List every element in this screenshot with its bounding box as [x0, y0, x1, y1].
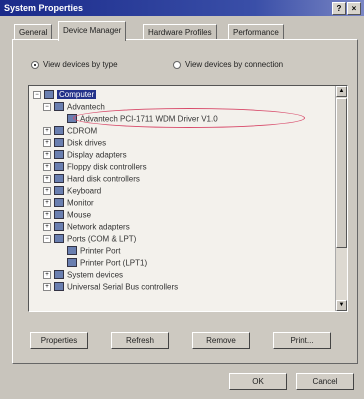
- tree-item-printer-port-lpt1[interactable]: Printer Port (LPT1): [67, 257, 147, 268]
- expand-icon[interactable]: +: [43, 282, 51, 291]
- tab-general[interactable]: General: [14, 24, 53, 40]
- tree-item-label: Hard disk controllers: [67, 174, 140, 184]
- tree-item-label: CDROM: [67, 126, 98, 136]
- expand-icon[interactable]: +: [43, 222, 51, 231]
- mouse-icon: [54, 210, 64, 220]
- disk-drive-icon: [54, 138, 64, 148]
- tree-item-advantech[interactable]: − Advantech: [43, 101, 105, 112]
- system-icon: [54, 270, 64, 280]
- tree-item-display-adapters[interactable]: + Display adapters: [43, 149, 127, 160]
- refresh-button[interactable]: Refresh: [111, 332, 169, 349]
- port-icon: [54, 234, 64, 244]
- tree-item-disk-drives[interactable]: + Disk drives: [43, 137, 106, 148]
- tree-item-computer[interactable]: − Computer: [33, 89, 97, 100]
- scroll-up-icon[interactable]: ▲: [336, 86, 347, 97]
- tree-item-label: Universal Serial Bus controllers: [67, 282, 179, 292]
- tree-item-label: Mouse: [67, 210, 92, 220]
- tree-item-cdrom[interactable]: + CDROM: [43, 125, 97, 136]
- expand-icon[interactable]: +: [43, 138, 51, 147]
- tree-item-label: Monitor: [67, 198, 94, 208]
- scroll-down-icon[interactable]: ▼: [336, 300, 347, 311]
- print-button[interactable]: Print...: [273, 332, 331, 349]
- expand-icon[interactable]: +: [43, 198, 51, 207]
- expand-icon[interactable]: +: [43, 210, 51, 219]
- tree-item-ports[interactable]: − Ports (COM & LPT): [43, 233, 136, 244]
- tree-item-floppy-controllers[interactable]: + Floppy disk controllers: [43, 161, 147, 172]
- cdrom-icon: [54, 126, 64, 136]
- expand-icon[interactable]: +: [43, 270, 51, 279]
- collapse-icon[interactable]: −: [43, 234, 51, 243]
- tree-item-usb-controllers[interactable]: + Universal Serial Bus controllers: [43, 281, 178, 292]
- tree-item-keyboard[interactable]: + Keyboard: [43, 185, 101, 196]
- properties-button[interactable]: Properties: [30, 332, 88, 349]
- tree-item-label: Printer Port: [80, 246, 121, 256]
- tree-item-network-adapters[interactable]: + Network adapters: [43, 221, 130, 232]
- window-title: System Properties: [4, 3, 84, 13]
- tree-item-label: Disk drives: [67, 138, 107, 148]
- tree-item-label: Computer: [57, 90, 97, 100]
- tree-item-label: Advantech: [67, 102, 105, 112]
- view-by-type-label: View devices by type: [43, 60, 118, 69]
- collapse-icon[interactable]: −: [43, 102, 51, 111]
- tree-item-label: Ports (COM & LPT): [67, 234, 137, 244]
- tree-item-monitor[interactable]: + Monitor: [43, 197, 94, 208]
- monitor-icon: [54, 198, 64, 208]
- tab-performance[interactable]: Performance: [228, 24, 284, 40]
- usb-icon: [54, 282, 64, 292]
- tree-item-label: Keyboard: [67, 186, 102, 196]
- disk-controller-icon: [54, 174, 64, 184]
- tree-item-label: Network adapters: [67, 222, 130, 232]
- device-manager-panel: View devices by type View devices by con…: [12, 39, 358, 364]
- help-button[interactable]: ?: [332, 2, 346, 15]
- cancel-button[interactable]: Cancel: [296, 373, 354, 390]
- radio-icon: [31, 60, 39, 69]
- remove-button[interactable]: Remove: [192, 332, 250, 349]
- tree-scrollbar[interactable]: ▲ ▼: [335, 86, 347, 311]
- tree-item-printer-port[interactable]: Printer Port: [67, 245, 120, 256]
- keyboard-icon: [54, 186, 64, 196]
- close-button[interactable]: ×: [347, 2, 361, 15]
- scroll-thumb[interactable]: [336, 98, 347, 248]
- tree-item-hard-disk-controllers[interactable]: + Hard disk controllers: [43, 173, 140, 184]
- title-bar: System Properties ? ×: [0, 0, 364, 16]
- display-icon: [54, 150, 64, 160]
- port-icon: [67, 258, 77, 268]
- port-icon: [67, 246, 77, 256]
- expand-icon[interactable]: +: [43, 126, 51, 135]
- tab-device-manager[interactable]: Device Manager: [58, 21, 127, 41]
- device-class-icon: [54, 102, 64, 112]
- expand-icon[interactable]: +: [43, 150, 51, 159]
- expand-icon[interactable]: +: [43, 174, 51, 183]
- tab-hardware-profiles[interactable]: Hardware Profiles: [143, 24, 217, 40]
- device-tree[interactable]: − Computer − Advantech Advantech PCI-1711 …: [28, 85, 348, 312]
- radio-icon: [173, 60, 181, 69]
- view-by-connection-option[interactable]: View devices by connection: [173, 60, 283, 69]
- tree-item-label: Floppy disk controllers: [67, 162, 147, 172]
- expand-icon[interactable]: +: [43, 186, 51, 195]
- view-by-connection-label: View devices by connection: [185, 60, 284, 69]
- tree-item-mouse[interactable]: + Mouse: [43, 209, 91, 220]
- tree-item-label: System devices: [67, 270, 124, 280]
- floppy-icon: [54, 162, 64, 172]
- computer-icon: [44, 90, 54, 100]
- ok-button[interactable]: OK: [229, 373, 287, 390]
- tree-item-label: Display adapters: [67, 150, 127, 160]
- highlight-ellipse: [73, 108, 305, 128]
- collapse-icon[interactable]: −: [33, 90, 41, 99]
- network-icon: [54, 222, 64, 232]
- expand-icon[interactable]: +: [43, 162, 51, 171]
- tree-item-system-devices[interactable]: + System devices: [43, 269, 123, 280]
- view-by-type-option[interactable]: View devices by type: [31, 60, 118, 69]
- tree-item-label: Printer Port (LPT1): [80, 258, 148, 268]
